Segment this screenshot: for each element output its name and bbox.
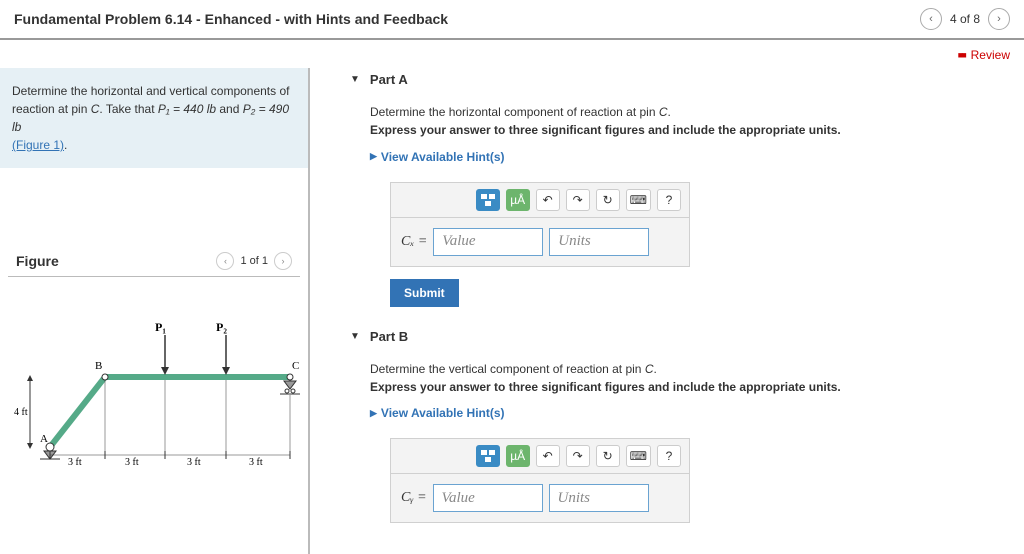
caret-down-icon: ▼	[350, 331, 360, 342]
label-b: B	[95, 360, 102, 372]
part-b-value-input[interactable]: Value	[433, 484, 543, 512]
part-a-instructions: Express your answer to three significant…	[370, 123, 1000, 137]
part-a-answer-box: µÅ ↶ ↷ ↻ ⌨ ? Cₓ = Value Units	[390, 182, 690, 267]
part-b-label: Part B	[370, 329, 408, 344]
figure-counter: 1 of 1	[240, 255, 268, 267]
undo-icon[interactable]: ↶	[536, 445, 560, 467]
page-indicator: 4 of 8	[950, 12, 980, 26]
page-header: Fundamental Problem 6.14 - Enhanced - wi…	[0, 0, 1024, 40]
keyboard-icon[interactable]: ⌨	[626, 445, 651, 467]
part-a-hints-link[interactable]: View Available Hint(s)	[370, 150, 505, 164]
figure-title: Figure	[16, 253, 59, 269]
review-bar: Review	[0, 40, 1024, 68]
part-a-label: Part A	[370, 72, 408, 87]
main-content: Determine the horizontal and vertical co…	[0, 68, 1024, 554]
part-b-toolbar: µÅ ↶ ↷ ↻ ⌨ ?	[391, 439, 689, 474]
intro-mid: . Take that	[99, 102, 157, 116]
help-button[interactable]: ?	[657, 189, 681, 211]
intro-period: .	[64, 138, 67, 152]
part-a-units-input[interactable]: Units	[549, 228, 649, 256]
prev-page-button[interactable]: ‹	[920, 8, 942, 30]
part-b: ▼ Part B Determine the vertical componen…	[350, 325, 1000, 524]
left-panel: Determine the horizontal and vertical co…	[0, 68, 310, 554]
problem-statement: Determine the horizontal and vertical co…	[0, 68, 308, 168]
p1-expr: P₁ = 440 lb	[158, 102, 216, 116]
dim-3ft-3: 3 ft	[187, 457, 201, 467]
part-a-header[interactable]: ▼ Part A	[350, 68, 1000, 95]
part-a-variable: Cₓ =	[401, 234, 427, 250]
part-b-units-input[interactable]: Units	[549, 484, 649, 512]
dim-3ft-2: 3 ft	[125, 457, 139, 467]
special-chars-button[interactable]: µÅ	[506, 445, 530, 467]
figure-prev-button[interactable]: ‹	[216, 252, 234, 270]
part-b-instructions: Express your answer to three significant…	[370, 380, 1000, 394]
part-a-input-row: Cₓ = Value Units	[391, 218, 689, 266]
part-b-header[interactable]: ▼ Part B	[350, 325, 1000, 352]
templates-icon[interactable]	[476, 189, 500, 211]
intro-and: and	[216, 102, 243, 116]
page-title: Fundamental Problem 6.14 - Enhanced - wi…	[14, 11, 448, 27]
special-chars-button[interactable]: µÅ	[506, 189, 530, 211]
figure-diagram: A B C P₁ P₂	[0, 277, 308, 470]
keyboard-icon[interactable]: ⌨	[626, 189, 651, 211]
part-b-prompt: Determine the vertical component of reac…	[370, 362, 1000, 376]
templates-icon[interactable]	[476, 445, 500, 467]
reset-icon[interactable]: ↻	[596, 445, 620, 467]
reset-icon[interactable]: ↻	[596, 189, 620, 211]
redo-icon[interactable]: ↷	[566, 445, 590, 467]
help-button[interactable]: ?	[657, 445, 681, 467]
dim-3ft-1: 3 ft	[68, 457, 82, 467]
dim-3ft-4: 3 ft	[249, 457, 263, 467]
dim-4ft: 4 ft	[14, 407, 28, 418]
page-nav: ‹ 4 of 8 ›	[920, 8, 1010, 30]
review-link[interactable]: Review	[958, 48, 1010, 62]
redo-icon[interactable]: ↷	[566, 189, 590, 211]
label-p1: P₁	[155, 320, 166, 334]
right-panel: ▼ Part A Determine the horizontal compon…	[310, 68, 1024, 554]
label-a: A	[40, 433, 48, 445]
part-a-value-input[interactable]: Value	[433, 228, 543, 256]
part-a-toolbar: µÅ ↶ ↷ ↻ ⌨ ?	[391, 183, 689, 218]
figure-next-button[interactable]: ›	[274, 252, 292, 270]
part-a-prompt: Determine the horizontal component of re…	[370, 105, 1000, 119]
label-c: C	[292, 360, 299, 372]
next-page-button[interactable]: ›	[988, 8, 1010, 30]
part-b-answer-box: µÅ ↶ ↷ ↻ ⌨ ? Cᵧ = Value Units	[390, 438, 690, 523]
label-p2: P₂	[216, 320, 227, 334]
figure-nav: ‹ 1 of 1 ›	[216, 252, 292, 270]
part-a: ▼ Part A Determine the horizontal compon…	[350, 68, 1000, 307]
undo-icon[interactable]: ↶	[536, 189, 560, 211]
caret-down-icon: ▼	[350, 74, 360, 85]
part-b-variable: Cᵧ =	[401, 490, 427, 506]
figure-link[interactable]: (Figure 1)	[12, 138, 64, 152]
part-b-input-row: Cᵧ = Value Units	[391, 474, 689, 522]
part-a-submit-button[interactable]: Submit	[390, 279, 459, 307]
figure-header: Figure ‹ 1 of 1 ›	[8, 238, 300, 277]
part-b-hints-link[interactable]: View Available Hint(s)	[370, 406, 505, 420]
